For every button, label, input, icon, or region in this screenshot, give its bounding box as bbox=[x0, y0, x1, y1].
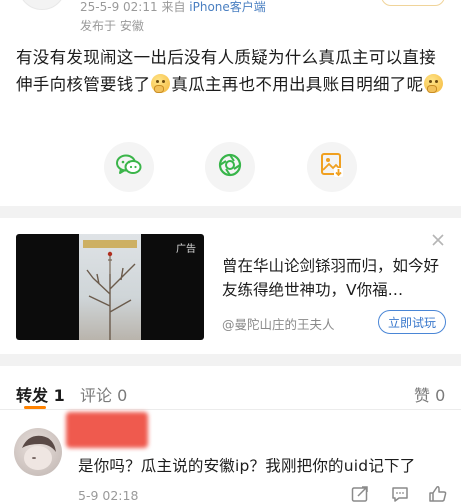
post-content: 有没有发现闹这一出后没有人质疑为什么真瓜主可以直接伸手向核管要钱了 真瓜主再也不用… bbox=[16, 44, 446, 98]
tab-like[interactable]: 赞 0 bbox=[414, 382, 445, 406]
like-icon[interactable] bbox=[428, 484, 448, 504]
follow-button[interactable] bbox=[381, 0, 445, 6]
author-avatar[interactable] bbox=[18, 0, 66, 10]
ad-card[interactable]: 广告 曾在华山论剑铩羽而归，如今好友练得绝世神功，V你福… @曼陀山庄的王夫人 … bbox=[0, 218, 461, 354]
share-row bbox=[0, 138, 461, 198]
post-source-prefix: 来自 bbox=[161, 0, 186, 14]
wechat-icon bbox=[116, 154, 142, 180]
share-icon[interactable] bbox=[350, 484, 370, 504]
section-divider bbox=[0, 206, 461, 218]
comment-icon[interactable] bbox=[390, 484, 410, 504]
share-moments-button[interactable] bbox=[205, 142, 255, 192]
post-location: 发布于 安徽 bbox=[80, 19, 144, 33]
post-meta: 25-5-9 02:11 来自 iPhone客户端 bbox=[80, 0, 266, 15]
active-tab-indicator bbox=[24, 406, 46, 409]
post-source-client[interactable]: iPhone客户端 bbox=[189, 0, 266, 14]
comment-time: 5-9 02:18 bbox=[78, 488, 139, 503]
avatar[interactable] bbox=[14, 428, 62, 476]
redacted-username bbox=[66, 412, 148, 448]
ad-tag: 广告 bbox=[176, 244, 196, 255]
close-icon[interactable] bbox=[430, 232, 446, 248]
thinking-emoji-icon bbox=[151, 74, 171, 93]
section-divider bbox=[0, 354, 461, 366]
post-date: 25-5-9 02:11 bbox=[80, 0, 158, 14]
comment-text: 是你吗？瓜主说的安徽ip？我刚把你的uid记下了 bbox=[78, 457, 416, 475]
save-image-icon bbox=[320, 152, 344, 182]
ad-author[interactable]: @曼陀山庄的王夫人 bbox=[222, 314, 335, 333]
thinking-emoji-icon bbox=[424, 74, 444, 93]
tab-comment[interactable]: 评论 0 bbox=[80, 382, 127, 406]
post-text-part2: 真瓜主再也不用出具账目明细了呢 bbox=[171, 75, 424, 94]
moments-icon bbox=[217, 152, 243, 182]
ad-try-button[interactable]: 立即试玩 bbox=[378, 310, 446, 334]
share-wechat-button[interactable] bbox=[104, 142, 154, 192]
save-image-button[interactable] bbox=[307, 142, 357, 192]
post-header: 25-5-9 02:11 来自 iPhone客户端 发布于 安徽 bbox=[0, 0, 461, 40]
list-item: 是你吗？瓜主说的安徽ip？我刚把你的uid记下了 5-9 02:18 bbox=[0, 412, 461, 504]
ad-thumbnail[interactable]: 广告 bbox=[16, 234, 204, 340]
ad-image bbox=[79, 234, 141, 340]
interaction-tabs: 转发 1 评论 0 赞 0 bbox=[0, 366, 461, 410]
ad-title[interactable]: 曾在华山论剑铩羽而归，如今好友练得绝世神功，V你福… bbox=[222, 254, 444, 302]
tab-repost[interactable]: 转发 1 bbox=[16, 382, 65, 406]
